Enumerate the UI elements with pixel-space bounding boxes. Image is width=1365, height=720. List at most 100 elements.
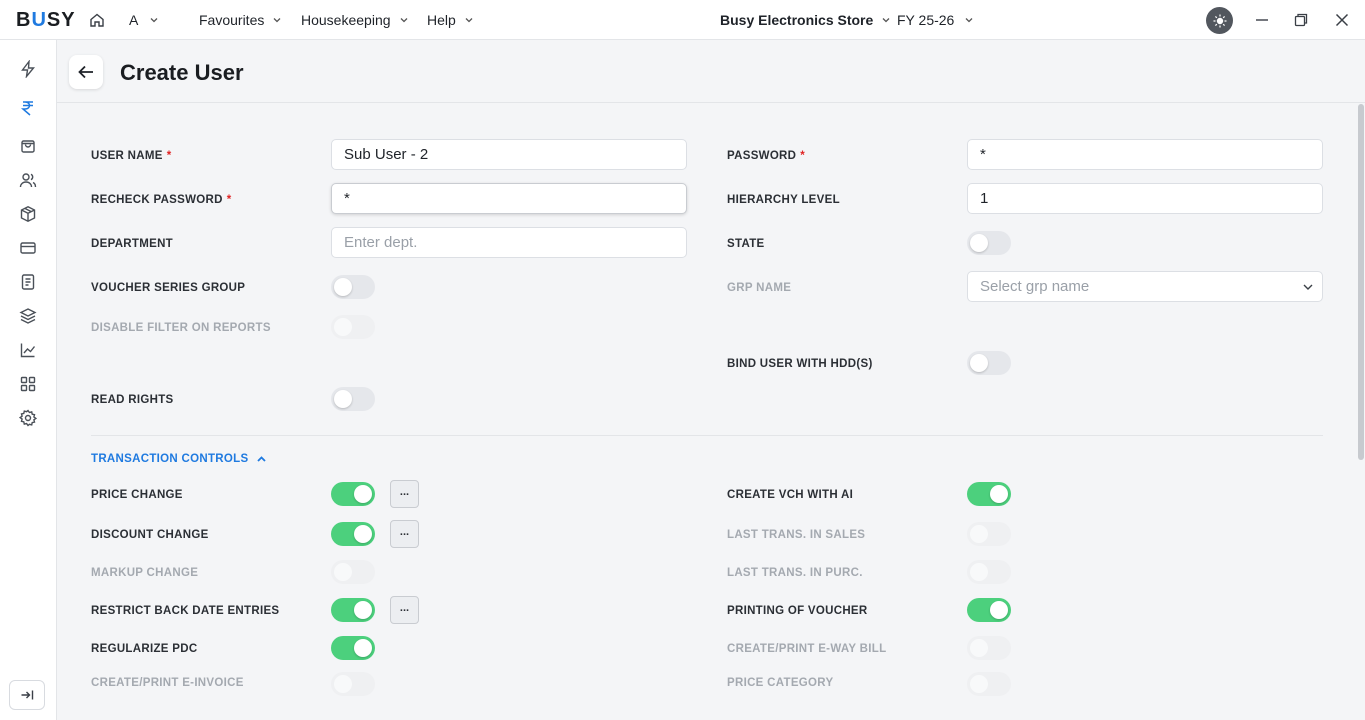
fy-label: FY 25-26 (897, 12, 955, 28)
grp-name-select[interactable]: Select grp name (967, 271, 1323, 302)
user-name-label: USER NAME * (91, 150, 172, 162)
sidebar (0, 40, 57, 720)
chevron-down-icon (465, 18, 473, 23)
last-trans-purc-label: LAST TRANS. IN PURC. (727, 567, 863, 579)
voucher-series-group-toggle[interactable] (331, 275, 375, 299)
create-print-eway-bill-label: CREATE/PRINT E-WAY BILL (727, 643, 887, 655)
close-icon[interactable] (1334, 12, 1350, 28)
discount-change-toggle[interactable] (331, 522, 375, 546)
company-switcher[interactable]: A (129, 0, 159, 40)
layers-icon[interactable] (19, 307, 37, 325)
chevron-down-icon (400, 18, 407, 23)
restrict-back-date-more-button[interactable]: ... (390, 596, 419, 624)
create-vch-ai-toggle[interactable] (967, 482, 1011, 506)
read-rights-toggle[interactable] (331, 387, 375, 411)
printing-of-voucher-toggle[interactable] (967, 598, 1011, 622)
section-divider (91, 435, 1323, 436)
busy-logo[interactable]: BUSY (16, 9, 76, 32)
discount-change-label: DISCOUNT CHANGE (91, 529, 209, 541)
grp-name-placeholder: Select grp name (980, 278, 1090, 295)
create-print-eway-bill-toggle (967, 636, 1011, 660)
menu-help-label: Help (427, 12, 456, 28)
chevron-down-icon (882, 18, 890, 23)
restrict-back-date-toggle[interactable] (331, 598, 375, 622)
recheck-password-label: RECHECK PASSWORD * (91, 194, 232, 206)
company-initial: A (129, 12, 139, 28)
password-label: PASSWORD * (727, 150, 806, 162)
minimize-icon[interactable] (1254, 12, 1270, 28)
top-bar: BUSY A Favourites Housekeeping Help Busy… (0, 0, 1365, 40)
last-trans-purc-toggle (967, 560, 1011, 584)
page-title: Create User (120, 60, 244, 85)
sidebar-expand-button[interactable] (9, 680, 45, 710)
price-category-toggle (967, 672, 1011, 696)
document-icon[interactable] (19, 273, 37, 291)
state-label: STATE (727, 238, 765, 250)
users-icon[interactable] (19, 171, 37, 189)
regularize-pdc-label: REGULARIZE PDC (91, 643, 198, 655)
menu-favourites[interactable]: Favourites (199, 0, 282, 40)
department-input[interactable]: Enter dept. (331, 227, 687, 258)
chevron-up-icon (257, 455, 267, 462)
last-trans-sales-toggle (967, 522, 1011, 546)
password-input[interactable]: * (967, 139, 1323, 170)
price-change-toggle[interactable] (331, 482, 375, 506)
menu-housekeeping[interactable]: Housekeeping (301, 0, 409, 40)
menu-help[interactable]: Help (427, 0, 474, 40)
department-label: DEPARTMENT (91, 238, 174, 250)
grp-name-label: GRP NAME (727, 282, 792, 294)
grid-icon[interactable] (19, 375, 37, 393)
box-icon[interactable] (19, 205, 37, 223)
rupee-icon[interactable] (19, 99, 37, 117)
credit-card-icon[interactable] (19, 239, 37, 257)
transaction-controls-title: TRANSACTION CONTROLS (91, 453, 249, 465)
last-trans-sales-label: LAST TRANS. IN SALES (727, 529, 866, 541)
page-header: Create User (57, 40, 1365, 103)
chart-icon[interactable] (19, 341, 37, 359)
chevron-down-icon (273, 18, 281, 23)
disable-filter-on-reports-toggle (331, 315, 375, 339)
gear-icon[interactable] (19, 409, 37, 427)
markup-change-label: MARKUP CHANGE (91, 567, 199, 579)
bolt-icon[interactable] (19, 60, 37, 78)
arrow-left-icon (78, 65, 93, 79)
scrollbar-thumb[interactable] (1358, 104, 1364, 460)
sun-icon (1213, 14, 1226, 27)
recheck-password-input[interactable]: * (331, 183, 687, 214)
state-toggle[interactable] (967, 231, 1011, 255)
home-icon[interactable] (89, 12, 105, 28)
disable-filter-on-reports-label: DISABLE FILTER ON REPORTS (91, 322, 271, 334)
create-vch-ai-label: CREATE VCH WITH AI (727, 489, 854, 501)
markup-change-toggle (331, 560, 375, 584)
company-selector[interactable]: Busy Electronics Store (720, 0, 891, 40)
hierarchy-level-input[interactable]: 1 (967, 183, 1323, 214)
create-print-einvoice-label: CREATE/PRINT E-INVOICE (91, 677, 244, 689)
menu-favourites-label: Favourites (199, 12, 265, 28)
bind-user-hdd-toggle[interactable] (967, 351, 1011, 375)
restore-icon[interactable] (1293, 12, 1309, 28)
discount-change-more-button[interactable]: ... (390, 520, 419, 548)
transaction-controls-header[interactable]: TRANSACTION CONTROLS (91, 453, 267, 465)
price-change-label: PRICE CHANGE (91, 489, 183, 501)
arrow-right-to-line-icon (21, 690, 34, 700)
chevron-down-icon (1303, 284, 1313, 290)
hierarchy-level-label: HIERARCHY LEVEL (727, 194, 840, 206)
bind-user-hdd-label: BIND USER WITH HDD(S) (727, 358, 873, 370)
create-print-einvoice-toggle (331, 672, 375, 696)
menu-housekeeping-label: Housekeeping (301, 12, 391, 28)
shopping-bag-icon[interactable] (19, 137, 37, 155)
company-name: Busy Electronics Store (720, 12, 874, 28)
user-name-input[interactable]: Sub User - 2 (331, 139, 687, 170)
back-button[interactable] (69, 55, 103, 89)
read-rights-label: READ RIGHTS (91, 394, 174, 406)
price-category-label: PRICE CATEGORY (727, 677, 834, 689)
theme-toggle-button[interactable] (1206, 7, 1233, 34)
chevron-down-icon (150, 18, 158, 23)
price-change-more-button[interactable]: ... (390, 480, 419, 508)
printing-of-voucher-label: PRINTING OF VOUCHER (727, 605, 868, 617)
regularize-pdc-toggle[interactable] (331, 636, 375, 660)
fy-selector[interactable]: FY 25-26 (897, 0, 974, 40)
chevron-down-icon (965, 18, 973, 23)
restrict-back-date-label: RESTRICT BACK DATE ENTRIES (91, 605, 280, 617)
voucher-series-group-label: VOUCHER SERIES GROUP (91, 282, 246, 294)
